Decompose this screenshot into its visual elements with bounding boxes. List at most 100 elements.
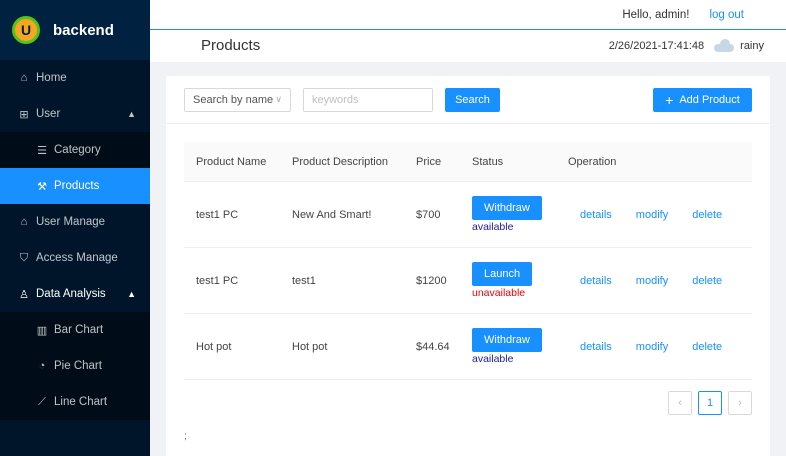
row-operations: details modify delete (556, 275, 752, 287)
column-header: Product Name (196, 155, 267, 168)
sidebar-item-label: User Manage (36, 216, 106, 228)
product-description: New And Smart! (292, 208, 372, 221)
sidebar-item-label: Data Analysis (36, 288, 106, 300)
sidebar-item-label: Access Manage (36, 252, 118, 264)
sidebar-item-label: Pie Chart (54, 360, 102, 372)
next-page-button[interactable]: › (728, 391, 752, 415)
user-icon: ♙ (19, 288, 29, 301)
sidebar-item-label: Category (54, 144, 101, 156)
product-name: test1 PC (196, 208, 239, 221)
withdraw-button[interactable]: Withdraw (472, 196, 542, 220)
search-input[interactable] (303, 87, 433, 112)
list-icon: ☰ (37, 144, 47, 157)
home-icon: ⌂ (20, 72, 28, 84)
column-header: Status (472, 155, 504, 168)
withdraw-button[interactable]: Withdraw (472, 328, 542, 352)
sidebar-item-label: Bar Chart (54, 324, 104, 336)
sidebar-item-line-chart[interactable]: ⟋ Line Chart (0, 384, 150, 420)
pagination: ‹ 1 › (662, 391, 752, 415)
page-1-button[interactable]: 1 (698, 391, 722, 415)
table-row: test1 PC test1 $1200 Launch unavailable … (184, 248, 752, 314)
header-bottom: Products 2/26/2021-17:41:48 rainy (150, 30, 786, 61)
header-info: 2/26/2021-17:41:48 rainy (608, 38, 764, 53)
weather-text: rainy (740, 39, 764, 52)
sidebar-item-bar-chart[interactable]: ▥ Bar Chart (0, 312, 150, 348)
sidebar-item-home[interactable]: ⌂ Home (0, 60, 150, 96)
details-link[interactable]: details (580, 209, 612, 221)
table-row: test1 PC New And Smart! $700 Withdraw av… (184, 182, 752, 248)
logo[interactable]: U backend (0, 0, 150, 60)
card-toolbar: Search by name ∨ Search + Add Product (166, 76, 770, 124)
products-table: Product Name Product Description Price S… (184, 142, 752, 380)
header-top: Hello, admin! log out (150, 0, 786, 30)
logout-link[interactable]: log out (709, 9, 744, 21)
sidebar-item-label: Line Chart (54, 396, 108, 408)
status-text: available (472, 353, 514, 365)
delete-link[interactable]: delete (692, 275, 722, 287)
chevron-up-icon: ▲ (127, 109, 136, 119)
sidebar: U backend ⌂ Home ⊞ User ▲ ☰ Category ⚒ P… (0, 0, 150, 456)
status-text: available (472, 221, 514, 233)
tool-icon: ⚒ (37, 180, 47, 193)
modify-link[interactable]: modify (636, 275, 668, 287)
product-status: Withdraw available (460, 328, 556, 365)
table-row: Hot pot Hot pot $44.64 Withdraw availabl… (184, 314, 752, 380)
modify-link[interactable]: modify (636, 341, 668, 353)
column-header: Price (416, 155, 442, 168)
product-status: Launch unavailable (460, 262, 556, 299)
greeting: Hello, admin! (622, 8, 690, 21)
footer-mark: ; (184, 431, 187, 442)
details-link[interactable]: details (580, 275, 612, 287)
column-header: Product Description (292, 155, 388, 168)
sidebar-item-products[interactable]: ⚒ Products (0, 168, 150, 204)
sidebar-item-category[interactable]: ☰ Category (0, 132, 150, 168)
sidebar-item-pie-chart[interactable]: ◔ Pie Chart (0, 348, 150, 384)
table-header: Product Name Product Description Price S… (184, 142, 752, 182)
add-product-button[interactable]: + Add Product (653, 88, 752, 112)
plus-icon: + (665, 92, 674, 108)
status-text: unavailable (472, 287, 526, 299)
row-operations: details modify delete (556, 341, 752, 353)
product-description: Hot pot (292, 340, 328, 353)
product-name: Hot pot (196, 340, 232, 353)
sidebar-item-label: User (36, 108, 61, 120)
row-operations: details modify delete (556, 209, 752, 221)
sidebar-item-data-analysis[interactable]: ♙ Data Analysis ▲ (0, 276, 150, 312)
details-link[interactable]: details (580, 341, 612, 353)
sidebar-item-user-manage[interactable]: ⌂ User Manage (0, 204, 150, 240)
delete-link[interactable]: delete (692, 209, 722, 221)
sidebar-item-access-manage[interactable]: ⛉ Access Manage (0, 240, 150, 276)
sidebar-submenu-user: ☰ Category ⚒ Products (0, 132, 150, 204)
product-price: $44.64 (416, 340, 450, 353)
bar-chart-icon: ▥ (36, 324, 48, 337)
line-chart-icon: ⟋ (38, 395, 46, 408)
select-value: Search by name (193, 93, 274, 106)
home-icon: ⌂ (20, 216, 28, 228)
prev-page-button[interactable]: ‹ (668, 391, 692, 415)
products-card: Search by name ∨ Search + Add Product Pr… (166, 76, 770, 456)
sidebar-item-user[interactable]: ⊞ User ▲ (0, 96, 150, 132)
sidebar-submenu-data-analysis: ▥ Bar Chart ◔ Pie Chart ⟋ Line Chart (0, 312, 150, 420)
search-type-select[interactable]: Search by name ∨ (184, 87, 291, 112)
chevron-down-icon: ∨ (275, 94, 282, 104)
pie-chart-icon: ◔ (38, 360, 46, 372)
appstore-icon: ⊞ (19, 108, 29, 121)
app-title: backend (53, 21, 114, 39)
datetime: 2/26/2021-17:41:48 (608, 39, 705, 52)
sidebar-item-label: Products (54, 180, 100, 192)
product-price: $700 (416, 208, 441, 221)
chevron-up-icon: ▲ (127, 289, 136, 299)
logo-icon: U (12, 16, 40, 44)
safety-icon: ⛉ (19, 251, 29, 264)
header: Hello, admin! log out Products 2/26/2021… (150, 0, 786, 62)
sidebar-menu: ⌂ Home ⊞ User ▲ ☰ Category ⚒ Products ⌂ … (0, 60, 150, 420)
sidebar-item-label: Home (36, 72, 67, 84)
launch-button[interactable]: Launch (472, 262, 533, 286)
product-name: test1 PC (196, 274, 239, 287)
product-description: test1 (292, 274, 316, 287)
delete-link[interactable]: delete (692, 341, 722, 353)
search-button[interactable]: Search (445, 87, 500, 112)
cloud-rain-icon (714, 38, 736, 53)
column-header: Operation (568, 155, 617, 168)
modify-link[interactable]: modify (636, 209, 668, 221)
